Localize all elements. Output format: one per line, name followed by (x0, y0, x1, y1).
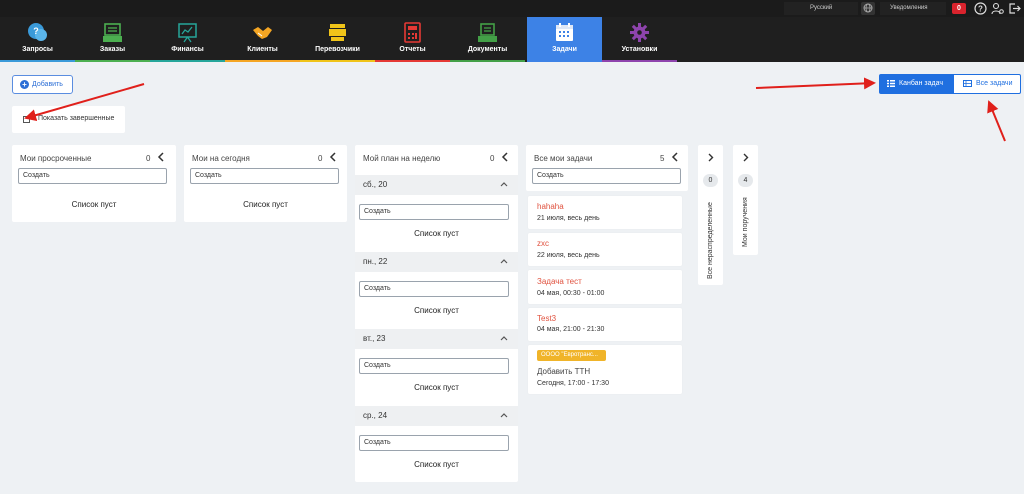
annotation-arrow (755, 77, 876, 90)
annotation-arrow (987, 100, 1006, 142)
annotation-arrows (24, 77, 1006, 142)
annotation-arrow (24, 83, 145, 121)
